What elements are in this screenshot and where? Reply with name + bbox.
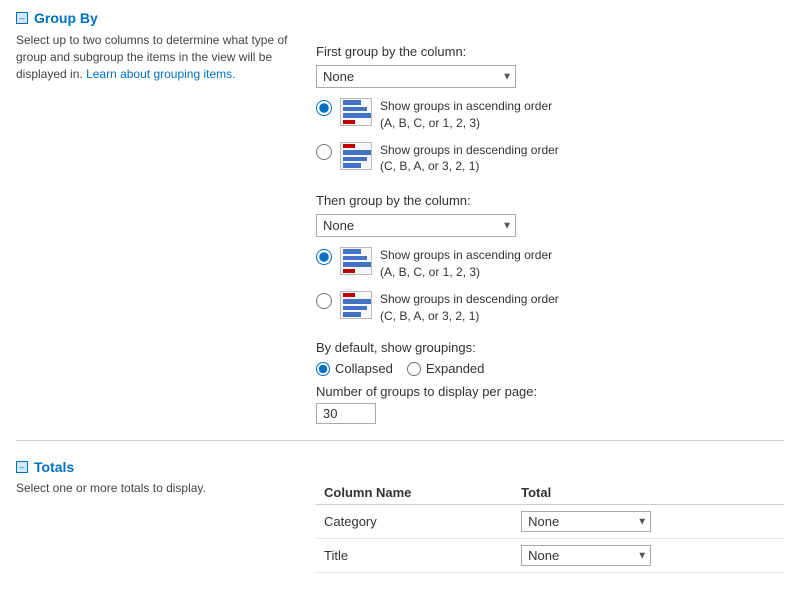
group-by-layout: Select up to two columns to determine wh… [16,32,784,424]
group-by-title: Group By [34,10,98,26]
page-container: – Group By Select up to two columns to d… [0,0,800,589]
category-total-cell: None Count Average Maximum Minimum ▼ [501,505,784,539]
category-cell: Category [316,505,501,539]
second-group-ascending-radio[interactable] [316,249,332,265]
table-row: Category None Count Average Maximum [316,505,784,539]
second-group-ascending-icon [340,247,372,275]
sort-bar-red-4 [343,293,355,298]
sort-bar-3 [343,113,372,118]
sort-bar-12 [343,312,361,317]
learn-link[interactable]: Learn about grouping items. [86,67,235,81]
groups-per-page-input[interactable]: 30 [316,403,376,424]
group-by-collapse-icon[interactable]: – [16,12,28,24]
expanded-label: Expanded [426,361,485,376]
second-group-ascending-option: Show groups in ascending order (A, B, C,… [316,247,784,281]
title-total-wrapper: None Count Average Maximum Minimum ▼ [521,545,651,566]
group-by-right-panel: First group by the column: None Title Ca… [306,32,784,424]
totals-layout: Select one or more totals to display. Co… [16,481,784,573]
second-group-dropdown-wrapper: None Title Category Assigned To Modified… [316,214,516,237]
group-by-section-header: – Group By [16,10,784,26]
first-group-descending-option: Show groups in descending order (C, B, A… [316,142,784,176]
sort-bar-red-2 [343,144,355,149]
total-header: Total [501,481,784,505]
first-group-dropdown-wrapper: None Title Category Assigned To Modified… [316,65,516,88]
title-cell: Title [316,539,501,573]
collapsed-option: Collapsed [316,361,393,376]
first-group-descending-icon [340,142,372,170]
sort-bar-1 [343,100,361,105]
expanded-option: Expanded [407,361,485,376]
totals-section-header: – Totals [16,459,784,475]
second-group-label: Then group by the column: [316,193,784,208]
title-total-cell: None Count Average Maximum Minimum ▼ [501,539,784,573]
first-group-select[interactable]: None Title Category Assigned To Modified [316,65,516,88]
sort-bar-5 [343,157,367,162]
second-group-descending-text: Show groups in descending order (C, B, A… [380,291,559,325]
sort-bar-6 [343,163,361,168]
sort-bar-red-3 [343,269,355,274]
collapsed-radio[interactable] [316,362,330,376]
totals-section: – Totals Select one or more totals to di… [16,459,784,573]
first-group-label: First group by the column: [316,44,784,59]
sort-bar-7 [343,249,361,254]
second-group-descending-option: Show groups in descending order (C, B, A… [316,291,784,325]
sort-bar-red-1 [343,120,355,125]
sort-bar-11 [343,306,367,311]
title-total-select[interactable]: None Count Average Maximum Minimum [521,545,651,566]
category-total-wrapper: None Count Average Maximum Minimum ▼ [521,511,651,532]
default-groupings-radios: Collapsed Expanded [316,361,784,376]
sort-bar-8 [343,256,367,261]
column-name-header: Column Name [316,481,501,505]
first-group-ascending-text: Show groups in ascending order (A, B, C,… [380,98,552,132]
second-group-descending-icon [340,291,372,319]
groups-per-page-label: Number of groups to display per page: [316,384,784,399]
group-by-left-panel: Select up to two columns to determine wh… [16,32,306,424]
totals-collapse-icon[interactable]: – [16,461,28,473]
sort-bar-4 [343,150,372,155]
second-group-ascending-text: Show groups in ascending order (A, B, C,… [380,247,552,281]
section-divider [16,440,784,441]
first-group-ascending-radio[interactable] [316,100,332,116]
totals-description: Select one or more totals to display. [16,481,296,495]
sort-bar-2 [343,107,367,112]
sort-bar-9 [343,262,372,267]
totals-left-panel: Select one or more totals to display. [16,481,306,573]
totals-title: Totals [34,459,74,475]
first-group-descending-text: Show groups in descending order (C, B, A… [380,142,559,176]
group-by-description: Select up to two columns to determine wh… [16,32,296,82]
collapsed-label: Collapsed [335,361,393,376]
first-group-descending-radio[interactable] [316,144,332,160]
first-group-ascending-icon [340,98,372,126]
second-group-select[interactable]: None Title Category Assigned To Modified [316,214,516,237]
first-group-ascending-option: Show groups in ascending order (A, B, C,… [316,98,784,132]
sort-bar-10 [343,299,372,304]
default-groupings-label: By default, show groupings: [316,340,784,355]
expanded-radio[interactable] [407,362,421,376]
totals-table: Column Name Total Category [316,481,784,573]
category-total-select[interactable]: None Count Average Maximum Minimum [521,511,651,532]
second-group-descending-radio[interactable] [316,293,332,309]
totals-right-panel: Column Name Total Category [306,481,784,573]
table-row: Title None Count Average Maximum M [316,539,784,573]
